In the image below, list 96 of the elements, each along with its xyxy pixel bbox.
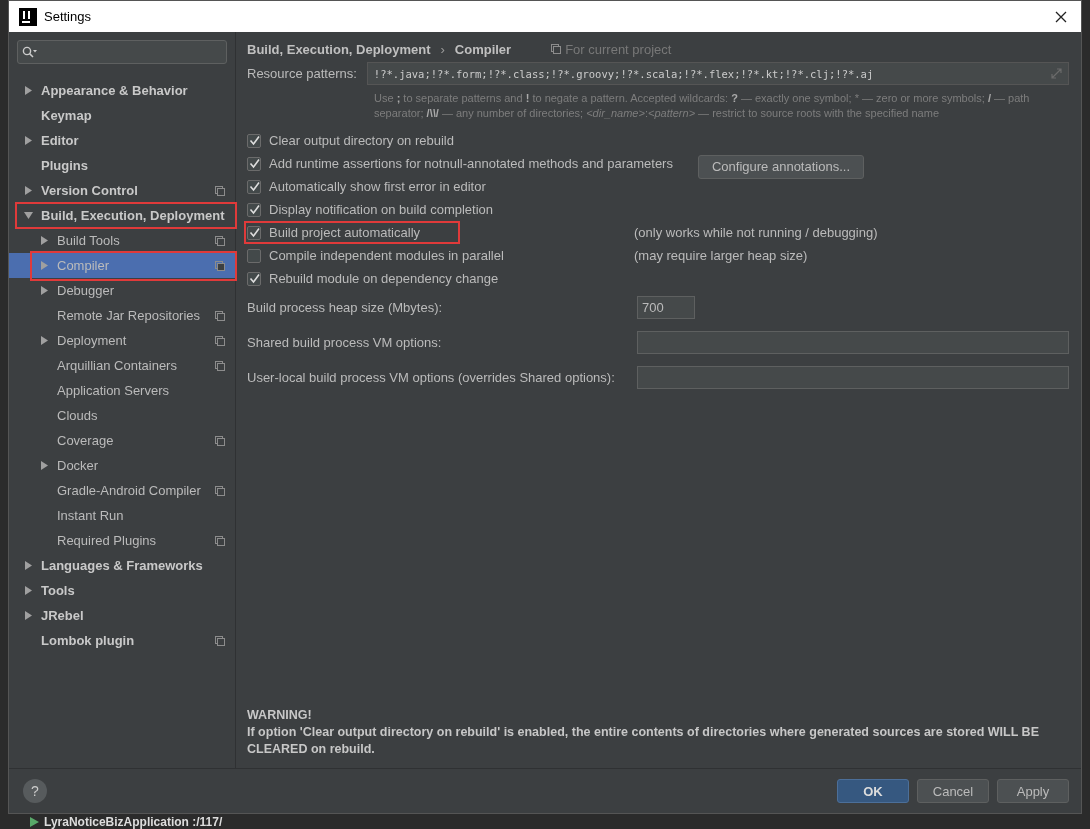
option-note: (may require larger heap size) bbox=[634, 248, 808, 263]
checkmark-icon bbox=[248, 158, 260, 169]
search-icon bbox=[22, 46, 38, 58]
item-label: Keymap bbox=[41, 108, 92, 123]
sidebar-item[interactable]: Docker bbox=[9, 453, 235, 478]
item-label: Appearance & Behavior bbox=[41, 83, 188, 98]
sidebar-item[interactable]: Editor bbox=[9, 128, 235, 153]
hint-text: Use ; to separate patterns and ! to negate a pattern. Accepted wildcards: ? — exactly one symbol; * — zero or more symbols; / — path separator; /\\/ — any number of directories; <dir_name>:<pattern> — restrict to source roots with the specified name bbox=[374, 91, 1031, 121]
sidebar-item[interactable]: Arquillian Containers bbox=[9, 353, 235, 378]
field-label: Shared build process VM options: bbox=[247, 335, 443, 350]
configure-annotations-button[interactable]: Configure annotations... bbox=[698, 154, 864, 179]
checkbox-label: Add runtime assertions for notnull-annotated methods and parameters bbox=[269, 156, 673, 171]
checkbox[interactable] bbox=[247, 225, 261, 240]
checkmark-icon bbox=[248, 273, 260, 284]
sidebar-item[interactable]: Build, Execution, Deployment bbox=[9, 203, 235, 228]
input-field[interactable]: 700 bbox=[637, 296, 695, 319]
checkmark-icon bbox=[248, 204, 260, 215]
checkmark-icon bbox=[248, 181, 260, 192]
item-label: Compiler bbox=[57, 258, 109, 273]
checkbox-label: Compile independent modules in parallel bbox=[269, 248, 504, 263]
checkbox-label: Rebuild module on dependency change bbox=[269, 271, 499, 286]
item-label: Deployment bbox=[57, 333, 127, 348]
checkbox-label: Display notification on build completion bbox=[269, 202, 493, 217]
app-logo-icon bbox=[19, 7, 37, 26]
item-label: Build Tools bbox=[57, 233, 120, 248]
sidebar-item[interactable]: JRebel bbox=[9, 603, 235, 628]
run-config-label: LyraNoticeBizApplication :/117/ bbox=[44, 814, 223, 829]
checkbox-label: Automatically show first error in editor bbox=[269, 179, 486, 194]
input-field[interactable] bbox=[637, 331, 1069, 354]
checkbox[interactable] bbox=[247, 179, 261, 194]
sidebar-item[interactable]: Lombok plugin bbox=[9, 628, 235, 653]
sidebar-item[interactable]: Remote Jar Repositories bbox=[9, 303, 235, 328]
dialog-button[interactable]: Apply bbox=[997, 779, 1069, 803]
field-label: Build process heap size (Mbytes): bbox=[247, 300, 444, 315]
sidebar-item[interactable]: Required Plugins bbox=[9, 528, 235, 553]
help-button[interactable]: ? bbox=[23, 779, 47, 803]
checkbox-label: Build project automatically bbox=[269, 225, 421, 240]
item-label: Application Servers bbox=[57, 383, 169, 398]
item-label: Clouds bbox=[57, 408, 98, 423]
warning-text: If option 'Clear output directory on rebuild' is enabled, the entire contents of directories where generated sources are stored WILL BE CLEARED on rebuild. bbox=[247, 724, 1040, 758]
item-label: Gradle-Android Compiler bbox=[57, 483, 201, 498]
sidebar-item[interactable]: Tools bbox=[9, 578, 235, 603]
checkbox[interactable] bbox=[247, 202, 261, 217]
item-label: Coverage bbox=[57, 433, 114, 448]
sidebar-item[interactable]: Languages & Frameworks bbox=[9, 553, 235, 578]
sidebar-item[interactable]: Plugins bbox=[9, 153, 235, 178]
copy-icon bbox=[551, 44, 562, 54]
sidebar-item[interactable]: Appearance & Behavior bbox=[9, 78, 235, 103]
scope-label: For current project bbox=[565, 41, 672, 57]
close-icon[interactable] bbox=[1055, 10, 1067, 23]
breadcrumb-separator: › bbox=[440, 41, 445, 57]
item-label: Arquillian Containers bbox=[57, 358, 177, 373]
dialog-button[interactable]: OK bbox=[837, 779, 909, 803]
field-label: User-local build process VM options (overrides Shared options): bbox=[247, 370, 616, 385]
item-label: Docker bbox=[57, 458, 99, 473]
checkbox[interactable] bbox=[247, 271, 261, 286]
option-note: (only works while not running / debugging) bbox=[634, 225, 878, 240]
input-field[interactable] bbox=[637, 366, 1069, 389]
sidebar-item[interactable]: Deployment bbox=[9, 328, 235, 353]
expand-icon bbox=[1051, 68, 1062, 79]
sidebar-item[interactable]: Instant Run bbox=[9, 503, 235, 528]
breadcrumb-current: Compiler bbox=[454, 41, 512, 57]
item-label: Languages & Frameworks bbox=[41, 558, 203, 573]
sidebar-item[interactable]: Version Control bbox=[9, 178, 235, 203]
item-label: Plugins bbox=[41, 158, 88, 173]
sidebar-item[interactable]: Keymap bbox=[9, 103, 235, 128]
checkbox[interactable] bbox=[247, 133, 261, 148]
item-label: Instant Run bbox=[57, 508, 124, 523]
checkmark-icon bbox=[248, 227, 260, 238]
run-icon bbox=[30, 816, 39, 827]
checkmark-icon bbox=[248, 135, 260, 146]
item-label: Editor bbox=[41, 133, 79, 148]
checkbox[interactable] bbox=[247, 248, 261, 263]
checkbox[interactable] bbox=[247, 156, 261, 171]
breadcrumb-parent[interactable]: Build, Execution, Deployment bbox=[247, 41, 431, 57]
sidebar-item[interactable]: Application Servers bbox=[9, 378, 235, 403]
sidebar-item[interactable]: Debugger bbox=[9, 278, 235, 303]
sidebar-item[interactable]: Clouds bbox=[9, 403, 235, 428]
window-title: Settings bbox=[44, 9, 91, 24]
item-label: JRebel bbox=[41, 608, 84, 623]
item-label: Tools bbox=[41, 583, 75, 598]
resource-patterns-field[interactable]: !?*.java;!?*.form;!?*.class;!?*.groovy;!?*.scala;!?*.flex;!?*.kt;!?*.clj;!?*.aj bbox=[366, 62, 1069, 85]
item-label: Build, Execution, Deployment bbox=[41, 208, 225, 223]
warning-title: WARNING! bbox=[247, 707, 313, 724]
sidebar-item[interactable]: Build Tools bbox=[9, 228, 235, 253]
item-label: Debugger bbox=[57, 283, 115, 298]
checkbox-label: Clear output directory on rebuild bbox=[269, 133, 454, 148]
item-label: Version Control bbox=[41, 183, 138, 198]
sidebar-item[interactable]: Coverage bbox=[9, 428, 235, 453]
sidebar-item[interactable]: Gradle-Android Compiler bbox=[9, 478, 235, 503]
field-label: Resource patterns: bbox=[247, 66, 357, 81]
item-label: Remote Jar Repositories bbox=[57, 308, 201, 323]
item-label: Lombok plugin bbox=[41, 633, 135, 648]
item-label: Required Plugins bbox=[57, 533, 156, 548]
dialog-button[interactable]: Cancel bbox=[917, 779, 989, 803]
search-field[interactable] bbox=[17, 40, 227, 64]
